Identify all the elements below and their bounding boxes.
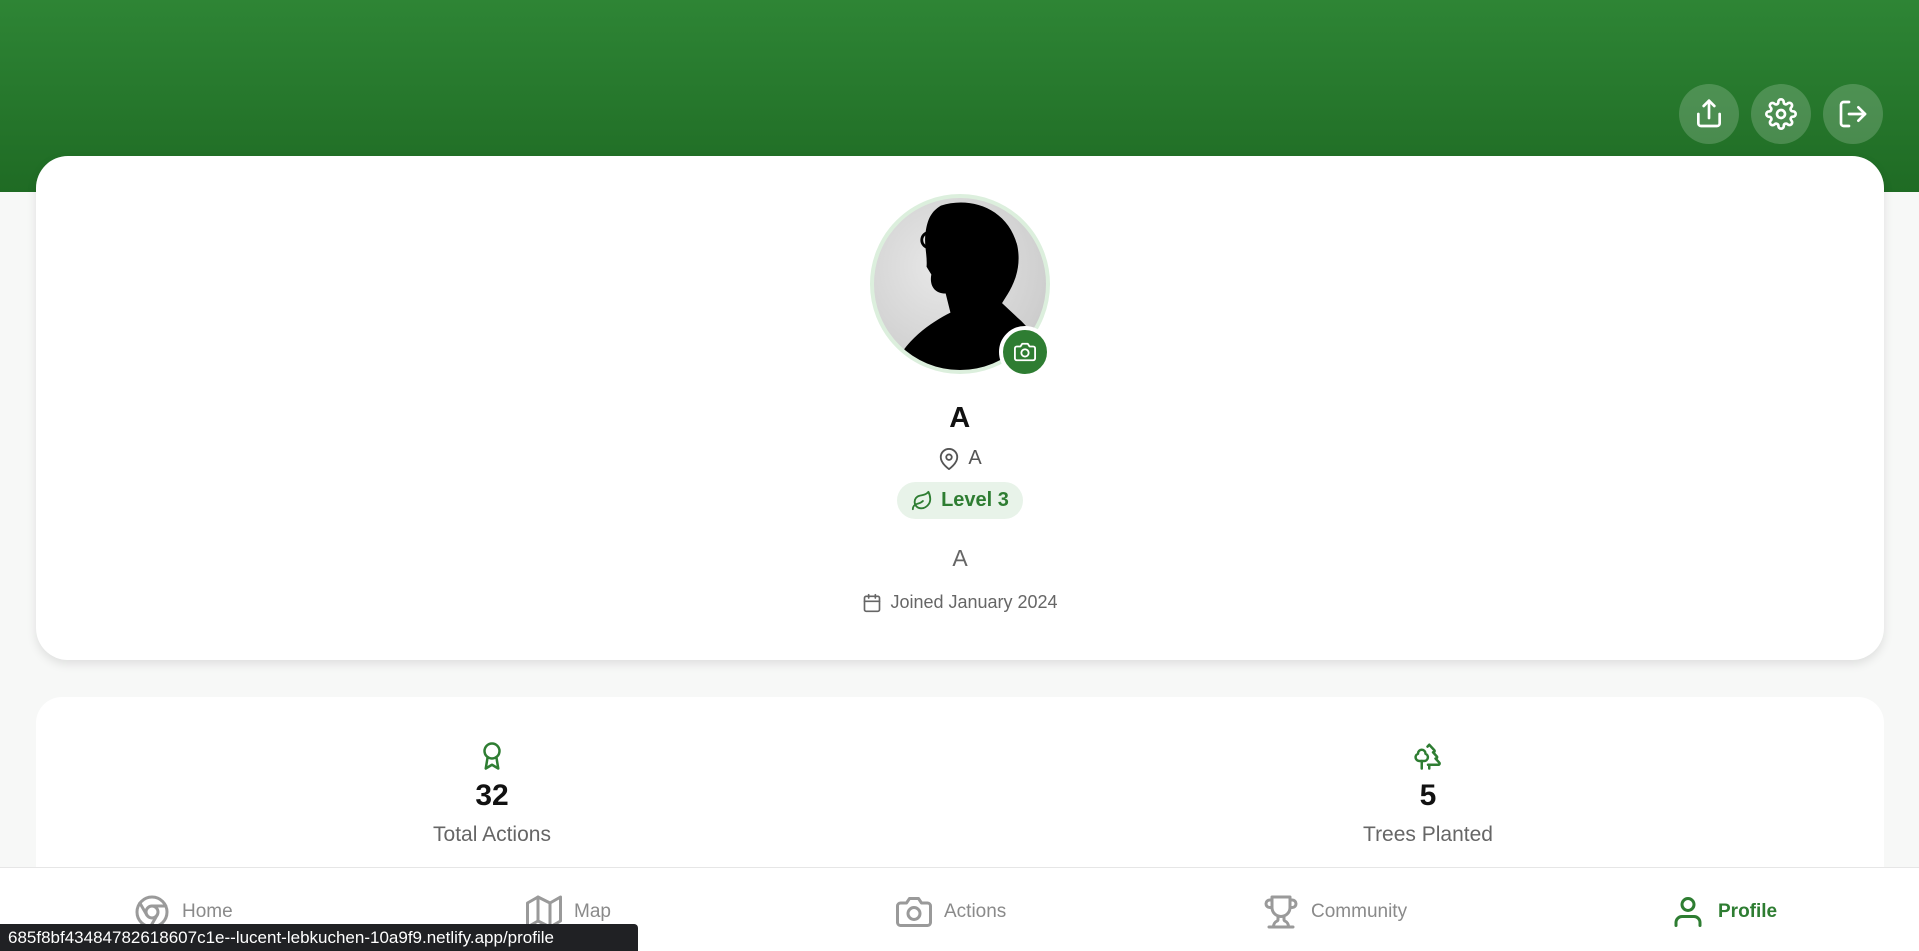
map-pin-icon bbox=[940, 447, 959, 470]
logout-button[interactable] bbox=[1823, 84, 1883, 144]
nav-item-community[interactable]: Community bbox=[1263, 894, 1407, 930]
camera-icon bbox=[1014, 342, 1036, 362]
user-icon bbox=[1674, 897, 1702, 927]
stat-trees-planted: 5 Trees Planted bbox=[1298, 741, 1558, 847]
share-icon bbox=[1697, 99, 1721, 128]
link-status-bar: 685f8bf43484782618607c1e--lucent-lebkuch… bbox=[0, 924, 638, 951]
profile-name: A bbox=[949, 402, 971, 434]
location-row: A bbox=[938, 447, 982, 470]
stat-total-actions: 32 Total Actions bbox=[362, 741, 622, 847]
level-text: Level 3 bbox=[941, 489, 1009, 511]
trees-icon bbox=[1414, 743, 1441, 770]
stat-label: Trees Planted bbox=[1363, 823, 1493, 846]
nav-item-actions[interactable]: Actions bbox=[896, 894, 1006, 930]
nav-label: Community bbox=[1311, 901, 1408, 922]
joined-text: Joined January 2024 bbox=[890, 592, 1058, 612]
location-text: A bbox=[968, 447, 982, 469]
stat-label: Total Actions bbox=[433, 823, 551, 846]
trophy-icon bbox=[1264, 895, 1298, 929]
logout-icon bbox=[1839, 100, 1867, 128]
nav-label: Actions bbox=[944, 901, 1007, 922]
nav-label: Map bbox=[574, 901, 611, 922]
nav-item-profile[interactable]: Profile bbox=[1670, 894, 1777, 930]
stat-value: 5 bbox=[1419, 779, 1437, 812]
avatar-container bbox=[870, 194, 1051, 378]
change-photo-button[interactable] bbox=[999, 326, 1051, 378]
header-actions bbox=[1679, 84, 1883, 144]
gear-icon bbox=[1765, 98, 1797, 130]
camera-icon bbox=[896, 897, 932, 927]
nav-label: Home bbox=[182, 901, 233, 922]
bio-text: A bbox=[952, 545, 968, 571]
level-badge: Level 3 bbox=[897, 482, 1023, 519]
profile-card: A A Level 3 A Joined January 2024 bbox=[36, 156, 1884, 660]
share-button[interactable] bbox=[1679, 84, 1739, 144]
stat-value: 32 bbox=[475, 779, 509, 812]
settings-button[interactable] bbox=[1751, 84, 1811, 144]
calendar-icon bbox=[864, 593, 881, 612]
leaf-icon bbox=[911, 490, 932, 510]
joined-row: Joined January 2024 bbox=[862, 592, 1058, 613]
nav-label: Profile bbox=[1718, 901, 1778, 922]
award-icon bbox=[483, 742, 501, 770]
